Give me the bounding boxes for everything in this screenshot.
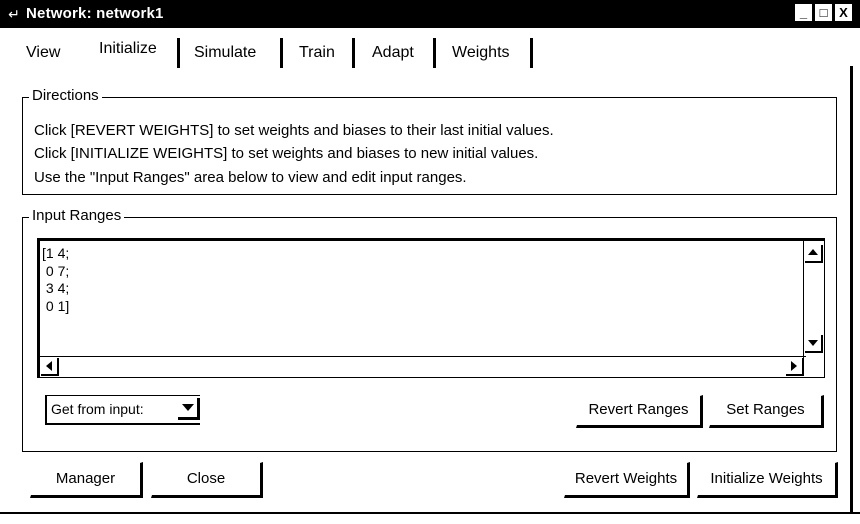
input-ranges-text[interactable]: [1 4; 0 7; 3 4; 0 1]: [42, 245, 69, 315]
maximize-button[interactable]: □: [815, 4, 832, 21]
directions-line: Click [REVERT WEIGHTS] to set weights an…: [34, 122, 554, 139]
directions-group: Directions Click [REVERT WEIGHTS] to set…: [22, 87, 837, 195]
tab-adapt[interactable]: Adapt: [368, 38, 418, 68]
range-source-value: Get from input:: [51, 401, 144, 417]
initialize-weights-button[interactable]: Initialize Weights: [697, 462, 838, 498]
dropdown-arrow-icon[interactable]: [178, 398, 200, 420]
system-menu-icon[interactable]: ↵: [4, 4, 24, 24]
tab-bar: View Initialize Simulate Train Adapt Wei…: [0, 34, 860, 70]
tab-separator: [352, 38, 355, 68]
tab-panel-border: [850, 66, 853, 512]
scroll-down-arrow-icon[interactable]: [805, 335, 823, 353]
network-window: ↵ Network: network1 _ □ X View Initializ…: [0, 0, 860, 524]
window-title: Network: network1: [26, 5, 164, 22]
revert-weights-button[interactable]: Revert Weights: [564, 462, 690, 498]
input-ranges-group: Input Ranges [1 4; 0 7; 3 4; 0 1] Get fr…: [22, 207, 837, 452]
vertical-scrollbar[interactable]: [803, 241, 824, 359]
title-bar: ↵ Network: network1 _ □ X: [0, 0, 860, 28]
horizontal-scrollbar[interactable]: [40, 356, 806, 377]
set-ranges-button[interactable]: Set Ranges: [709, 395, 824, 428]
tab-train[interactable]: Train: [295, 38, 339, 68]
tab-separator: [530, 38, 533, 68]
tab-weights[interactable]: Weights: [448, 38, 514, 68]
minimize-button[interactable]: _: [795, 4, 812, 21]
tab-separator: [280, 38, 283, 68]
directions-line: Click [INITIALIZE WEIGHTS] to set weight…: [34, 145, 539, 162]
scroll-right-arrow-icon[interactable]: [786, 358, 804, 376]
manager-button[interactable]: Manager: [30, 462, 143, 498]
tab-initialize[interactable]: Initialize: [95, 34, 161, 64]
tab-separator: [177, 38, 180, 68]
window-bottom-border: [0, 512, 860, 514]
close-button[interactable]: Close: [151, 462, 263, 498]
scroll-up-arrow-icon[interactable]: [805, 245, 823, 263]
directions-legend: Directions: [29, 87, 102, 105]
revert-ranges-button[interactable]: Revert Ranges: [576, 395, 703, 428]
tab-separator: [433, 38, 436, 68]
input-ranges-legend: Input Ranges: [29, 207, 125, 225]
scroll-left-arrow-icon[interactable]: [41, 358, 59, 376]
range-source-select[interactable]: Get from input:: [45, 395, 200, 425]
tab-simulate[interactable]: Simulate: [190, 38, 260, 68]
tab-view[interactable]: View: [22, 38, 64, 68]
directions-line: Use the "Input Ranges" area below to vie…: [34, 169, 467, 186]
input-ranges-textarea[interactable]: [1 4; 0 7; 3 4; 0 1]: [37, 238, 825, 378]
close-window-button[interactable]: X: [835, 4, 852, 21]
